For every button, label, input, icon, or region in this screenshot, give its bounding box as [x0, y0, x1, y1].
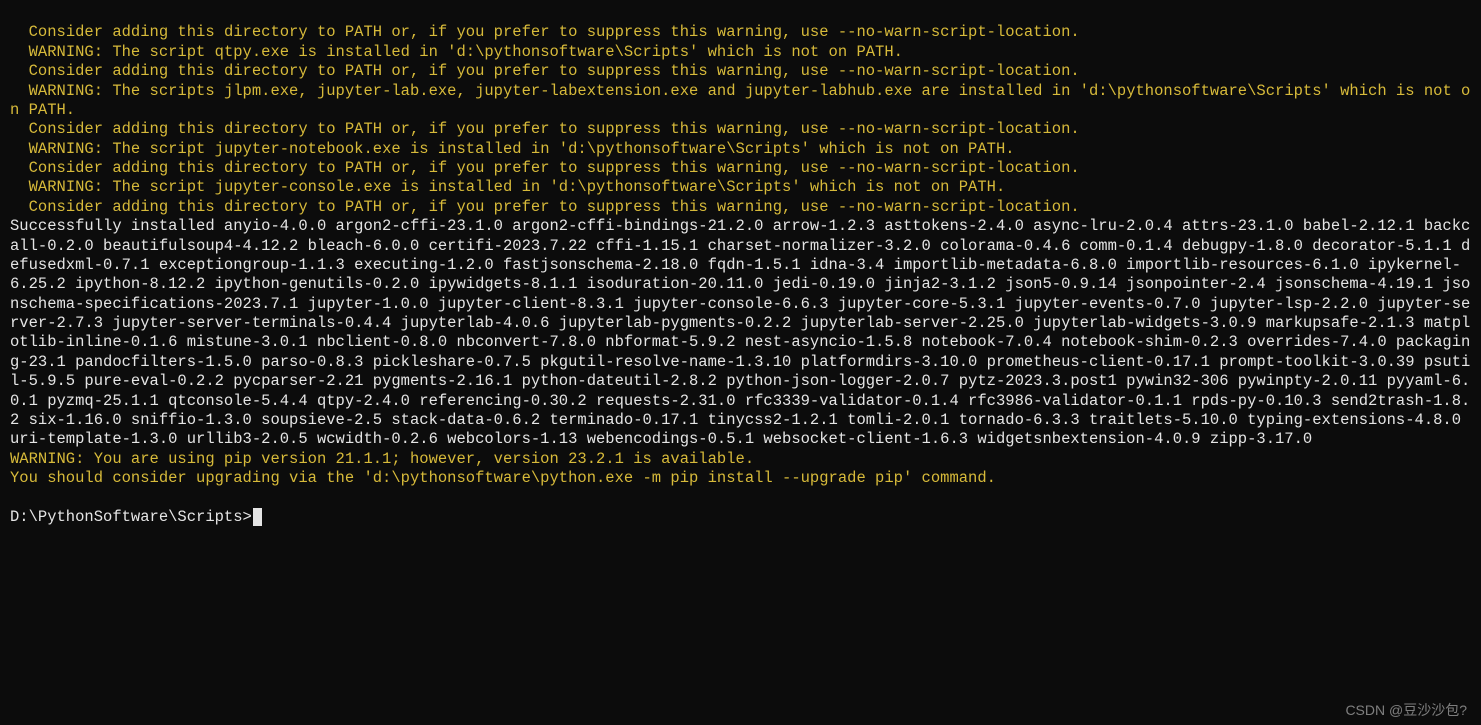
warning-line: WARNING: The script jupyter-console.exe … [10, 178, 1005, 196]
warning-line: Consider adding this directory to PATH o… [10, 120, 1080, 138]
warning-line: WARNING: The script qtpy.exe is installe… [10, 43, 903, 61]
warning-line: WARNING: The script jupyter-notebook.exe… [10, 140, 1015, 158]
pip-upgrade-suggestion: You should consider upgrading via the 'd… [10, 469, 996, 487]
installed-packages: Successfully installed anyio-4.0.0 argon… [10, 217, 1470, 448]
warning-line: Consider adding this directory to PATH o… [10, 198, 1080, 216]
command-prompt[interactable]: D:\PythonSoftware\Scripts> [10, 508, 262, 526]
warning-line: Consider adding this directory to PATH o… [10, 62, 1080, 80]
watermark-text: CSDN @豆沙沙包? [1345, 702, 1467, 720]
warning-line: Consider adding this directory to PATH o… [10, 159, 1080, 177]
warning-line: WARNING: The scripts jlpm.exe, jupyter-l… [10, 82, 1470, 119]
cursor-icon [253, 508, 262, 526]
warning-line: Consider adding this directory to PATH o… [10, 23, 1080, 41]
pip-version-warning: WARNING: You are using pip version 21.1.… [10, 450, 754, 468]
prompt-path: D:\PythonSoftware\Scripts> [10, 508, 252, 526]
terminal-output[interactable]: Consider adding this directory to PATH o… [0, 0, 1481, 531]
